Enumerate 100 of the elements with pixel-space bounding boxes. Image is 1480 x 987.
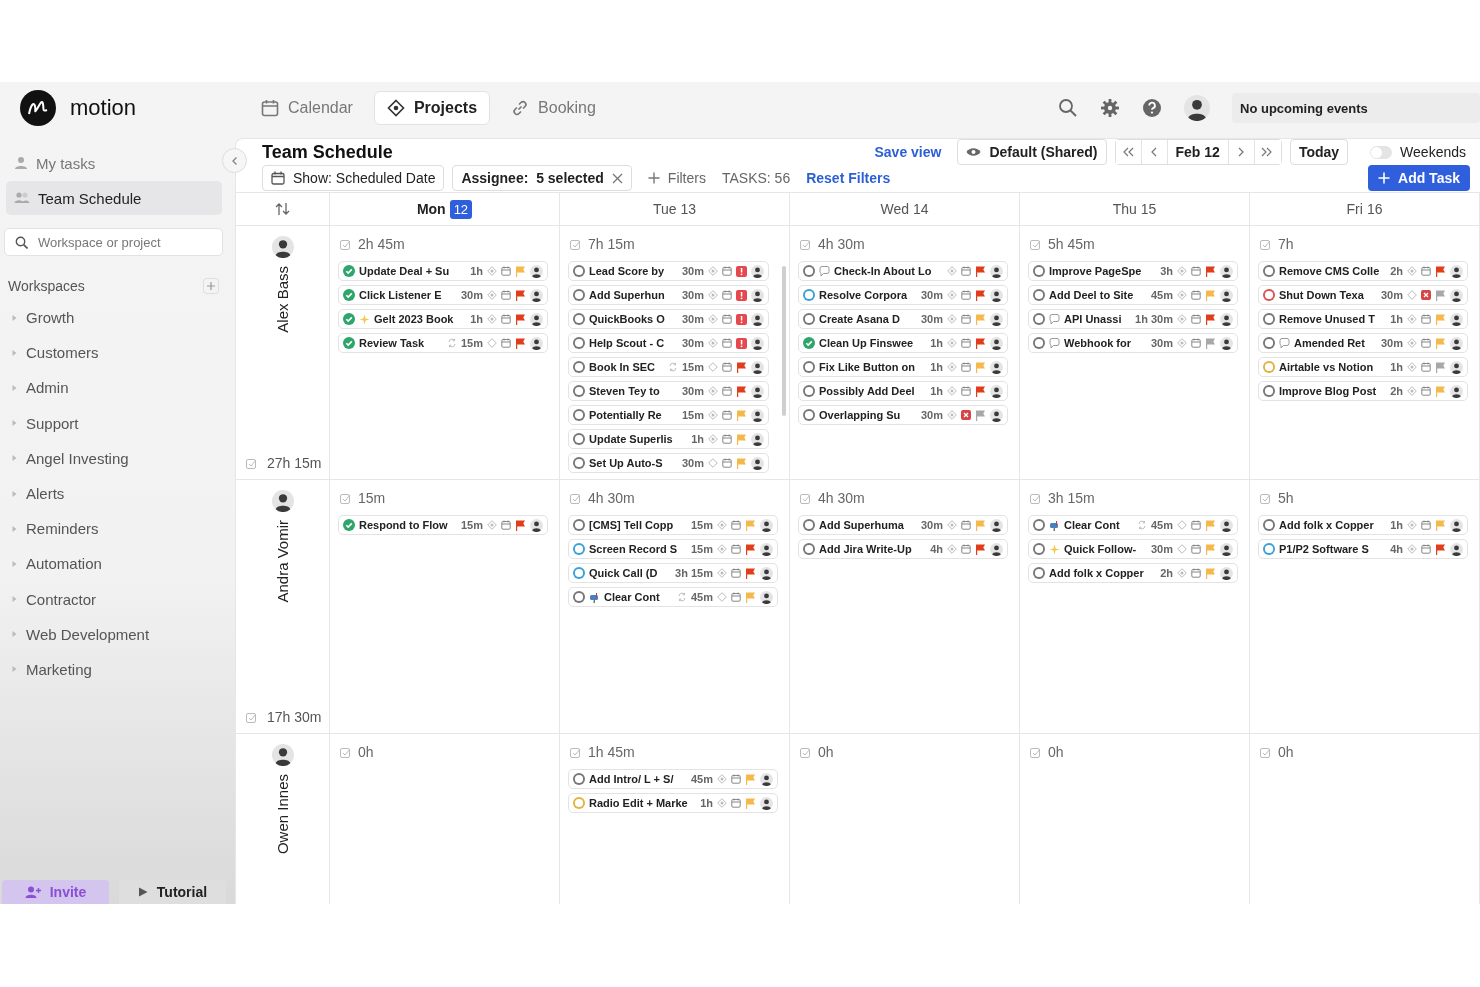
status-circle-icon[interactable] <box>1033 313 1045 325</box>
add-task-button[interactable]: Add Task <box>1368 165 1470 191</box>
status-circle-icon[interactable] <box>573 543 585 555</box>
task-card[interactable]: Steven Tey to 30m <box>568 381 769 401</box>
task-card[interactable]: Add Jira Write-Up 4h <box>798 539 1008 559</box>
status-circle-icon[interactable] <box>573 773 585 785</box>
task-card[interactable]: Check-In About Lo <box>798 261 1008 281</box>
status-circle-icon[interactable] <box>1263 337 1275 349</box>
task-card[interactable]: Review Task 15m <box>338 333 548 353</box>
task-card[interactable]: Create Asana D 30m <box>798 309 1008 329</box>
status-circle-icon[interactable] <box>573 591 585 603</box>
task-card[interactable]: Potentially Re 15m <box>568 405 769 425</box>
reset-filters-link[interactable]: Reset Filters <box>798 170 899 186</box>
nav-tab[interactable]: Booking <box>498 91 609 125</box>
workspace-item[interactable]: Angel Investing <box>0 440 235 476</box>
workspace-item[interactable]: Customers <box>0 335 235 371</box>
status-circle-icon[interactable] <box>803 409 815 421</box>
status-circle-icon[interactable] <box>1263 265 1275 277</box>
status-circle-icon[interactable] <box>1263 543 1275 555</box>
task-card[interactable]: [CMS] Tell Copp 15m <box>568 515 778 535</box>
status-circle-icon[interactable] <box>803 361 815 373</box>
task-card[interactable]: Shut Down Texa 30m <box>1258 285 1468 305</box>
previous-week-button[interactable] <box>1115 140 1142 164</box>
task-card[interactable]: API Unassi 1h 30m <box>1028 309 1238 329</box>
status-circle-icon[interactable] <box>803 543 815 555</box>
status-circle-icon[interactable] <box>1033 567 1045 579</box>
assignee-filter-button[interactable]: Assignee: 5 selected <box>452 165 632 191</box>
settings-icon[interactable] <box>1100 98 1120 118</box>
status-circle-icon[interactable] <box>1263 313 1275 325</box>
status-circle-icon[interactable] <box>573 385 585 397</box>
save-view-link[interactable]: Save view <box>866 144 950 160</box>
task-card[interactable]: Fix Like Button on 1h <box>798 357 1008 377</box>
task-card[interactable]: Add Intro/ L + S/ 45m <box>568 769 778 789</box>
task-card[interactable]: Quick Call (D 3h 15m <box>568 563 778 583</box>
task-card[interactable]: Remove CMS Colle 2h <box>1258 261 1468 281</box>
task-card[interactable]: Radio Edit + Marke 1h <box>568 793 778 813</box>
search-icon[interactable] <box>1058 98 1078 118</box>
status-circle-icon[interactable] <box>573 361 585 373</box>
task-card[interactable]: Add Deel to Site 45m <box>1028 285 1238 305</box>
status-circle-icon[interactable] <box>573 457 585 469</box>
today-button[interactable]: Today <box>1289 139 1349 165</box>
status-circle-icon[interactable] <box>1033 265 1045 277</box>
status-circle-icon[interactable] <box>573 337 585 349</box>
workspace-item[interactable]: Growth <box>0 300 235 336</box>
status-circle-icon[interactable] <box>1263 519 1275 531</box>
workspace-item[interactable]: Reminders <box>0 511 235 547</box>
status-circle-icon[interactable] <box>1033 337 1045 349</box>
status-circle-icon[interactable] <box>1033 289 1045 301</box>
workspace-item[interactable]: Alerts <box>0 475 235 512</box>
done-check-icon[interactable] <box>343 265 355 277</box>
weekends-toggle[interactable] <box>1370 145 1393 159</box>
status-circle-icon[interactable] <box>803 519 815 531</box>
task-card[interactable]: Airtable vs Notion 1h <box>1258 357 1468 377</box>
task-card[interactable]: Click Listener E 30m <box>338 285 548 305</box>
workspace-item[interactable]: Marketing <box>0 651 235 688</box>
status-circle-icon[interactable] <box>573 313 585 325</box>
status-circle-icon[interactable] <box>573 433 585 445</box>
tutorial-button[interactable]: Tutorial <box>119 880 226 904</box>
workspace-item[interactable]: Automation <box>0 546 235 582</box>
workspace-item[interactable]: Admin <box>0 370 235 406</box>
status-circle-icon[interactable] <box>1263 385 1275 397</box>
status-circle-icon[interactable] <box>1033 543 1045 555</box>
task-card[interactable]: Improve Blog Post 2h <box>1258 381 1468 401</box>
task-card[interactable]: Set Up Auto-S 30m <box>568 453 769 473</box>
help-icon[interactable] <box>1142 98 1162 118</box>
done-check-icon[interactable] <box>343 289 355 301</box>
status-circle-icon[interactable] <box>803 385 815 397</box>
task-card[interactable]: Amended Ret 30m <box>1258 333 1468 353</box>
task-card[interactable]: Add folk x Copper 2h <box>1028 563 1238 583</box>
task-card[interactable]: Resolve Corpora 30m <box>798 285 1008 305</box>
filters-button[interactable]: Filters <box>639 170 714 186</box>
task-card[interactable]: Update Deal + Su 1h <box>338 261 548 281</box>
status-circle-icon[interactable] <box>803 265 815 277</box>
task-card[interactable]: Clear Cont 45m <box>1028 515 1238 535</box>
status-circle-icon[interactable] <box>1263 289 1275 301</box>
task-card[interactable]: Update Superlis 1h <box>568 429 769 449</box>
workspace-item[interactable]: Web Development <box>0 616 235 652</box>
status-circle-icon[interactable] <box>1033 519 1045 531</box>
status-circle-icon[interactable] <box>573 519 585 531</box>
task-card[interactable]: Book In SEC 15m <box>568 357 769 377</box>
task-card[interactable]: Possibly Add Deel 1h <box>798 381 1008 401</box>
task-card[interactable]: P1/P2 Software S 4h <box>1258 539 1468 559</box>
task-card[interactable]: Clear Cont 45m <box>568 587 778 607</box>
sidebar-item[interactable]: My tasks <box>6 146 222 180</box>
done-check-icon[interactable] <box>343 313 355 325</box>
task-card[interactable]: Remove Unused T 1h <box>1258 309 1468 329</box>
sort-icon[interactable] <box>274 202 291 216</box>
events-field[interactable]: No upcoming events <box>1232 93 1480 123</box>
task-card[interactable]: Improve PageSpe 3h <box>1028 261 1238 281</box>
nav-tab[interactable]: Projects <box>373 91 491 125</box>
status-circle-icon[interactable] <box>573 567 585 579</box>
task-card[interactable]: Overlapping Su 30m <box>798 405 1008 425</box>
show-filter-button[interactable]: Show: Scheduled Date <box>262 165 445 191</box>
task-card[interactable]: Help Scout - C 30m <box>568 333 769 353</box>
nav-tab[interactable]: Calendar <box>248 91 366 125</box>
scrollbar[interactable] <box>782 266 786 416</box>
status-circle-icon[interactable] <box>573 265 585 277</box>
done-check-icon[interactable] <box>343 519 355 531</box>
sidebar-item[interactable]: Team Schedule <box>6 181 222 215</box>
task-card[interactable]: QuickBooks O 30m <box>568 309 769 329</box>
